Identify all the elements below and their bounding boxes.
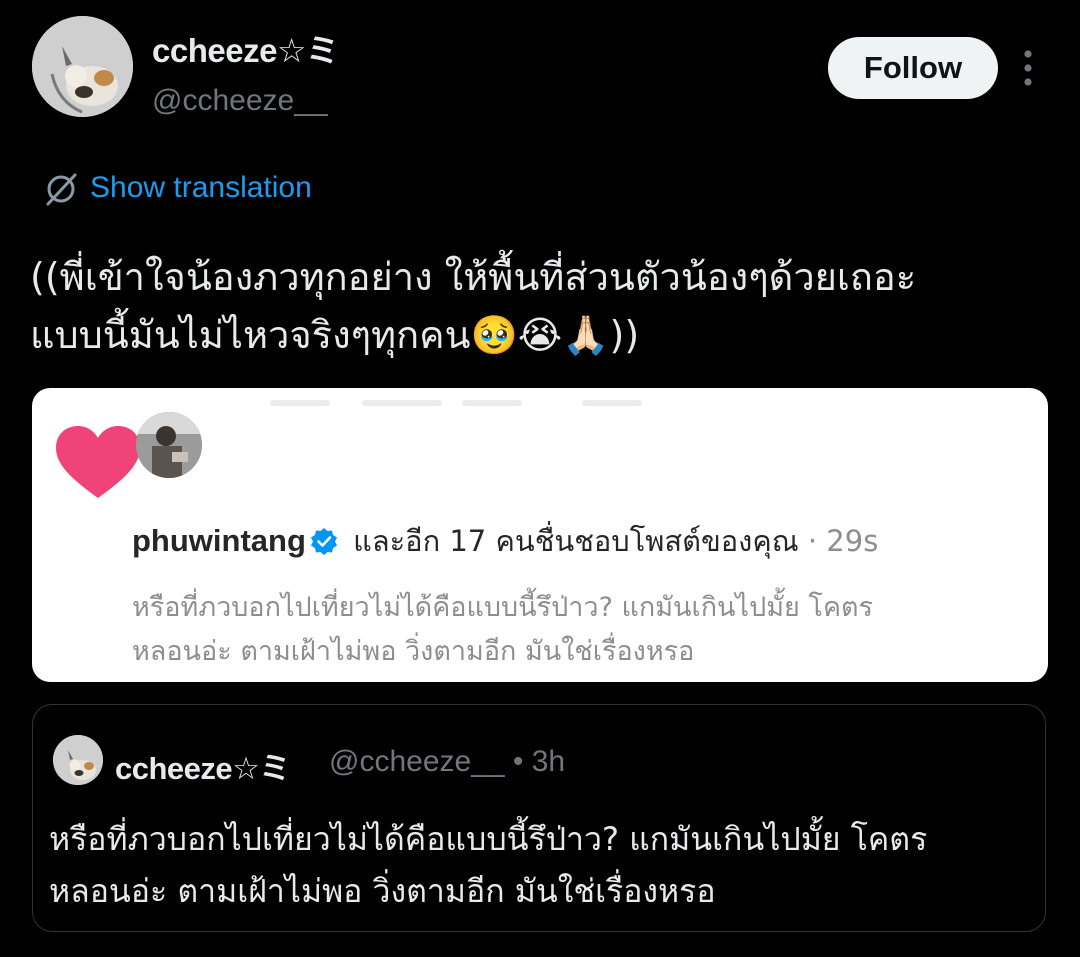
faint-divider [270, 400, 330, 406]
faint-divider [582, 400, 642, 406]
translate-icon[interactable] [42, 170, 80, 208]
quote-avatar[interactable] [53, 735, 103, 785]
quote-text: หรือที่ภวบอกไปเที่ยวไม่ได้คือแบบนี้รึป่า… [49, 813, 1039, 917]
show-translation-link[interactable]: Show translation [90, 171, 312, 205]
verified-icon [310, 527, 338, 555]
quote-handle[interactable]: @ccheeze__ [329, 745, 505, 778]
notification-line: phuwintang และอีก 17 คนชื่นชอบโพสต์ของคุ… [132, 518, 878, 564]
notification-time: · 29s [807, 524, 879, 558]
author-avatar[interactable] [32, 16, 133, 117]
more-icon[interactable] [1010, 44, 1046, 92]
card-comment-line: หลอนอ่ะ ตามเฝ้าไม่พอ วิ่งตามอีก มันใช่เร… [132, 636, 695, 667]
card-comment: หรือที่ภวบอกไปเที่ยวไม่ได้คือแบบนี้รึป่า… [132, 586, 1032, 674]
quote-text-line: หรือที่ภวบอกไปเที่ยวไม่ได้คือแบบนี้รึป่า… [49, 820, 928, 858]
quote-display-name[interactable]: ccheeze☆ミ [115, 743, 290, 788]
quote-text-line: หลอนอ่ะ ตามเฝ้าไม่พอ วิ่งตามอีก มันใช่เร… [49, 872, 716, 910]
tweet-text-line: ((พี่เข้าใจน้องภวทุกอย่าง ให้พื้นที่ส่วน… [30, 255, 917, 299]
heart-icon [50, 418, 146, 506]
attached-image[interactable]: phuwintang และอีก 17 คนชื่นชอบโพสต์ของคุ… [32, 388, 1048, 682]
card-avatar [136, 412, 202, 478]
tweet-text-line: แบบนี้มันไม่ไหวจริงๆทุกคน🥹😭🙏🏻)) [30, 313, 640, 357]
quote-time: • 3h [512, 745, 566, 778]
tweet-text: ((พี่เข้าใจน้องภวทุกอย่าง ให้พื้นที่ส่วน… [30, 248, 1050, 364]
faint-divider [362, 400, 442, 406]
follow-button[interactable]: Follow [828, 37, 998, 99]
card-comment-line: หรือที่ภวบอกไปเที่ยวไม่ได้คือแบบนี้รึป่า… [132, 592, 874, 623]
quote-handle-time: @ccheeze__ • 3h [329, 745, 565, 779]
faint-divider [462, 400, 522, 406]
notification-text: และอีก 17 คนชื่นชอบโพสต์ของคุณ [353, 524, 799, 558]
quoted-tweet[interactable]: ccheeze☆ミ @ccheeze__ • 3h หรือที่ภวบอกไป… [32, 704, 1046, 932]
author-display-name[interactable]: ccheeze☆ミ [152, 24, 339, 72]
author-handle[interactable]: @ccheeze__ [152, 84, 328, 118]
notification-username: phuwintang [132, 523, 306, 558]
